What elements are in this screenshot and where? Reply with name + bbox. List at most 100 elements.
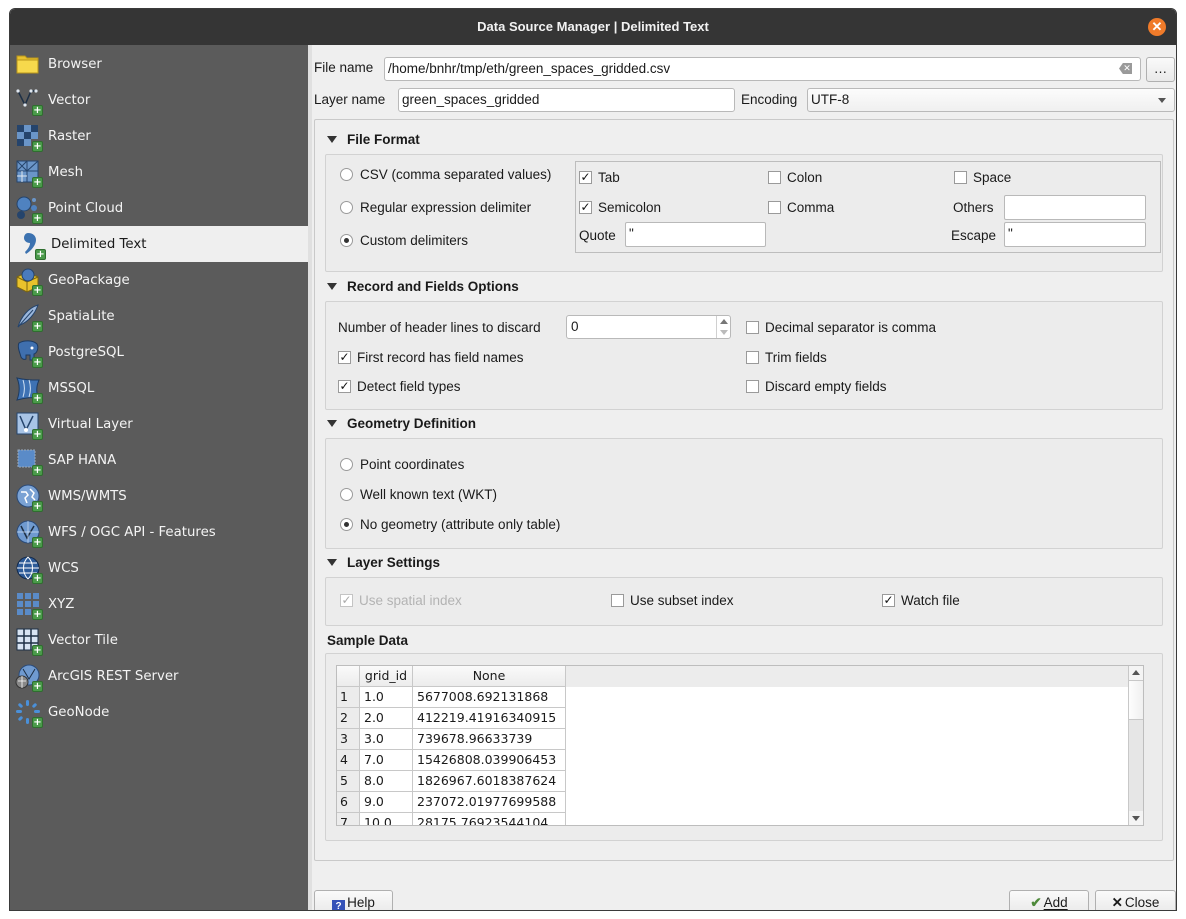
checkbox-label: Decimal separator is comma	[765, 320, 937, 335]
table-cell[interactable]: 3.0	[360, 729, 413, 750]
table-cell[interactable]: 2.0	[360, 708, 413, 729]
sidebar-item-postgresql[interactable]: + PostgreSQL	[10, 334, 308, 370]
sidebar-item-spatialite[interactable]: + SpatiaLite	[10, 298, 308, 334]
encoding-value: UTF-8	[811, 92, 850, 107]
sidebar-item-wcs[interactable]: + WCS	[10, 550, 308, 586]
row-number[interactable]: 6	[337, 792, 360, 813]
sidebar-item-sap-hana[interactable]: + SAP HANA	[10, 442, 308, 478]
sidebar-item-delimited-text[interactable]: + Delimited Text	[10, 226, 308, 262]
radio-custom-delimiters[interactable]: Custom delimiters	[340, 233, 468, 248]
table-cell[interactable]: 15426808.039906453	[413, 750, 566, 771]
file-name-input[interactable]: /home/bnhr/tmp/eth/green_spaces_gridded.…	[384, 57, 1141, 81]
sample-data-title: Sample Data	[327, 633, 409, 648]
sidebar-item-mesh[interactable]: + Mesh	[10, 154, 308, 190]
table-cell[interactable]: 739678.96633739	[413, 729, 566, 750]
row-number[interactable]: 3	[337, 729, 360, 750]
record-options-group: Number of header lines to discard 0 Deci…	[325, 301, 1163, 410]
sample-data-table[interactable]: grid_id None 1 1.0 5677008.692131868 2 2.0 41…	[336, 665, 1144, 826]
radio-no-geometry[interactable]: No geometry (attribute only table)	[340, 517, 560, 532]
checkbox-watch-file[interactable]: ✓ Watch file	[882, 593, 960, 608]
row-number[interactable]: 2	[337, 708, 360, 729]
column-header[interactable]: grid_id	[360, 666, 413, 687]
header-lines-spinbox[interactable]: 0	[566, 315, 731, 339]
close-button[interactable]: ✕ Close	[1095, 890, 1176, 910]
escape-input[interactable]: "	[1004, 222, 1146, 247]
collapse-triangle-icon	[327, 559, 337, 566]
folder-icon	[15, 51, 41, 77]
table-cell[interactable]: 5677008.692131868	[413, 687, 566, 708]
layer-name-label: Layer name	[314, 92, 386, 107]
sidebar-item-vector[interactable]: + Vector	[10, 82, 308, 118]
sidebar-item-raster[interactable]: + Raster	[10, 118, 308, 154]
row-number[interactable]: 4	[337, 750, 360, 771]
checkbox-first-record-field-names[interactable]: ✓ First record has field names	[338, 350, 524, 365]
window-close-icon[interactable]: ✕	[1148, 18, 1166, 36]
geometry-header[interactable]: Geometry Definition	[325, 416, 476, 431]
add-button[interactable]: ✔ Add	[1009, 890, 1089, 910]
quote-input[interactable]: "	[625, 222, 766, 247]
checkbox-decimal-comma[interactable]: Decimal separator is comma	[746, 320, 936, 335]
checkbox-indicator: ✓	[338, 350, 351, 364]
sidebar-item-wfs-ogc-api-features[interactable]: + WFS / OGC API - Features	[10, 514, 308, 550]
table-cell[interactable]: 10.0	[360, 813, 413, 825]
checkbox-trim-fields[interactable]: Trim fields	[746, 350, 827, 365]
table-cell[interactable]: 1826967.6018387624	[413, 771, 566, 792]
checkbox-space[interactable]: Space	[954, 170, 1011, 185]
checkbox-discard-empty-fields[interactable]: Discard empty fields	[746, 379, 887, 394]
others-input[interactable]	[1004, 195, 1146, 220]
radio-wkt[interactable]: Well known text (WKT)	[340, 487, 497, 502]
sidebar-item-vector-tile[interactable]: + Vector Tile	[10, 622, 308, 658]
layer-name-input[interactable]: green_spaces_gridded	[398, 88, 735, 112]
layer-settings-header[interactable]: Layer Settings	[325, 555, 440, 570]
delimited-text-icon: +	[18, 231, 46, 260]
row-number[interactable]: 7	[337, 813, 360, 825]
spin-down-icon[interactable]	[720, 330, 728, 335]
sidebar-item-wms-wmts[interactable]: + WMS/WMTS	[10, 478, 308, 514]
sidebar-item-point-cloud[interactable]: + Point Cloud	[10, 190, 308, 226]
radio-indicator	[340, 234, 353, 247]
browse-button[interactable]: …	[1146, 57, 1175, 82]
file-format-header[interactable]: File Format	[325, 132, 420, 147]
radio-point-coordinates[interactable]: Point coordinates	[340, 457, 464, 472]
checkbox-colon[interactable]: Colon	[768, 170, 822, 185]
sidebar-item-label: GeoPackage	[48, 272, 130, 288]
table-cell[interactable]: 28175.76923544104	[413, 813, 566, 825]
row-number[interactable]: 1	[337, 687, 360, 708]
radio-csv[interactable]: CSV (comma separated values)	[340, 167, 551, 182]
encoding-select[interactable]: UTF-8	[807, 88, 1175, 112]
sidebar-item-geonode[interactable]: + GeoNode	[10, 694, 308, 730]
column-header[interactable]: None	[413, 666, 566, 687]
spin-arrows[interactable]	[716, 316, 730, 338]
scroll-up-button[interactable]	[1129, 666, 1143, 680]
help-button[interactable]: ? Help	[314, 890, 393, 910]
table-cell[interactable]: 9.0	[360, 792, 413, 813]
record-options-header[interactable]: Record and Fields Options	[325, 279, 519, 294]
checkbox-indicator	[954, 171, 967, 184]
row-number[interactable]: 5	[337, 771, 360, 792]
radio-regex[interactable]: Regular expression delimiter	[340, 200, 531, 215]
vertical-scrollbar[interactable]	[1128, 666, 1143, 825]
table-cell[interactable]: 237072.01977699588	[413, 792, 566, 813]
scroll-down-button[interactable]	[1129, 811, 1143, 825]
checkbox-comma[interactable]: Comma	[768, 200, 834, 215]
arcgis-icon: +	[15, 663, 43, 692]
file-format-title: File Format	[347, 132, 420, 147]
sidebar-item-virtual-layer[interactable]: + Virtual Layer	[10, 406, 308, 442]
radio-label: No geometry (attribute only table)	[360, 517, 561, 532]
table-cell[interactable]: 1.0	[360, 687, 413, 708]
spin-up-icon[interactable]	[720, 319, 728, 324]
table-cell[interactable]: 412219.41916340915	[413, 708, 566, 729]
sidebar-item-arcgis-rest-server[interactable]: + ArcGIS REST Server	[10, 658, 308, 694]
sidebar-item-mssql[interactable]: + MSSQL	[10, 370, 308, 406]
table-cell[interactable]: 7.0	[360, 750, 413, 771]
checkbox-semicolon[interactable]: ✓ Semicolon	[579, 200, 661, 215]
sidebar-item-geopackage[interactable]: + GeoPackage	[10, 262, 308, 298]
table-cell[interactable]: 8.0	[360, 771, 413, 792]
scroll-handle[interactable]	[1129, 680, 1143, 720]
checkbox-tab[interactable]: ✓ Tab	[579, 170, 620, 185]
checkbox-detect-field-types[interactable]: ✓ Detect field types	[338, 379, 461, 394]
sidebar-item-xyz[interactable]: + XYZ	[10, 586, 308, 622]
clear-icon[interactable]: ✕	[1119, 63, 1132, 74]
sidebar-item-browser[interactable]: Browser	[10, 46, 308, 82]
checkbox-subset-index[interactable]: Use subset index	[611, 593, 734, 608]
